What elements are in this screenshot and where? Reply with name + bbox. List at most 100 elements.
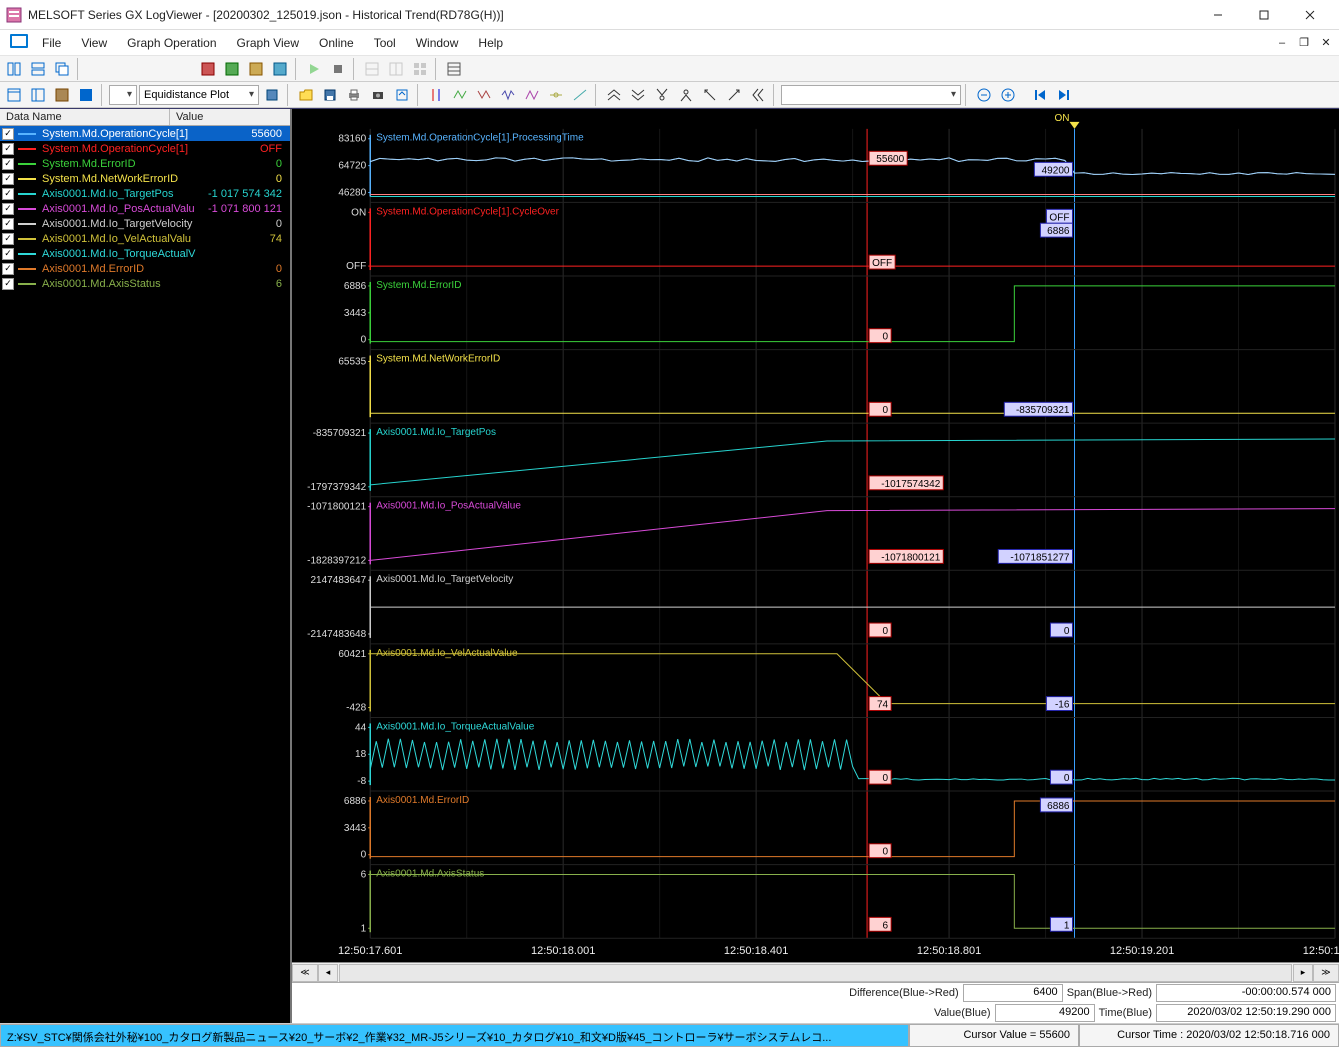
sidebar-row[interactable]: ✓System.Md.OperationCycle[1]OFF: [0, 141, 290, 156]
tool-d-icon[interactable]: [269, 58, 291, 80]
sidebar-row[interactable]: ✓System.Md.OperationCycle[1]55600: [0, 126, 290, 141]
view-tile-h-icon[interactable]: [3, 58, 25, 80]
app-menu-icon[interactable]: [6, 30, 32, 55]
view-tile-v-icon[interactable]: [27, 58, 49, 80]
zoom-d-icon[interactable]: [675, 84, 697, 106]
layout3-icon[interactable]: [51, 84, 73, 106]
print-icon[interactable]: [343, 84, 365, 106]
checkbox[interactable]: ✓: [2, 233, 14, 245]
zoom-a-icon[interactable]: [603, 84, 625, 106]
checkbox[interactable]: ✓: [2, 278, 14, 290]
sidebar-row[interactable]: ✓Axis0001.Md.AxisStatus6: [0, 276, 290, 291]
menu-file[interactable]: File: [32, 32, 71, 54]
hscroll-track[interactable]: [339, 964, 1292, 982]
menu-window[interactable]: Window: [406, 32, 469, 54]
grid-d-icon[interactable]: [443, 58, 465, 80]
grid-a-icon[interactable]: [361, 58, 383, 80]
tool-a-icon[interactable]: [197, 58, 219, 80]
sidebar-row[interactable]: ✓System.Md.NetWorkErrorID0: [0, 171, 290, 186]
menu-graph-operation[interactable]: Graph Operation: [117, 32, 226, 54]
wave-b-icon[interactable]: [473, 84, 495, 106]
wave-a-icon[interactable]: [449, 84, 471, 106]
row-name: System.Md.NetWorkErrorID: [42, 173, 204, 185]
checkbox[interactable]: ✓: [2, 173, 14, 185]
layout4-icon[interactable]: [75, 84, 97, 106]
zoom-f-icon[interactable]: [723, 84, 745, 106]
mdi-restore-button[interactable]: ❐: [1295, 34, 1313, 52]
mdi-minimize-button[interactable]: –: [1273, 34, 1291, 52]
checkbox[interactable]: ✓: [2, 263, 14, 275]
plot-mode-combo[interactable]: Equidistance Plot: [139, 85, 259, 105]
sidebar-row[interactable]: ✓System.Md.ErrorID0: [0, 156, 290, 171]
grid-b-icon[interactable]: [385, 58, 407, 80]
status-path: Z:¥SV_STC¥関係会社外秘¥100_カタログ新製品ニュース¥20_サーボ¥…: [0, 1024, 909, 1047]
zoom-c-icon[interactable]: [651, 84, 673, 106]
zoom-b-icon[interactable]: [627, 84, 649, 106]
hscroll-fast-left[interactable]: ≪: [292, 964, 318, 982]
zoom-g-icon[interactable]: [747, 84, 769, 106]
col-value-header[interactable]: Value: [170, 109, 290, 125]
zoom-out-icon[interactable]: [973, 84, 995, 106]
checkbox[interactable]: ✓: [2, 248, 14, 260]
sidebar-row[interactable]: ✓Axis0001.Md.ErrorID0: [0, 261, 290, 276]
wave-e-icon[interactable]: [545, 84, 567, 106]
save-icon[interactable]: [319, 84, 341, 106]
cursor-red-icon[interactable]: [425, 84, 447, 106]
stop-icon[interactable]: [327, 58, 349, 80]
minimize-button[interactable]: [1195, 0, 1241, 30]
on-marker-label: ON: [1054, 113, 1069, 124]
menu-graph-view[interactable]: Graph View: [227, 32, 309, 54]
open-folder-icon[interactable]: [295, 84, 317, 106]
row-name: Axis0001.Md.Io_VelActualValu: [42, 233, 204, 245]
chart-area[interactable]: ON831606472046280System.Md.OperationCycl…: [292, 109, 1339, 962]
col-name-header[interactable]: Data Name: [0, 109, 170, 125]
sidebar-row[interactable]: ✓Axis0001.Md.Io_TargetVelocity0: [0, 216, 290, 231]
sidebar: Data Name Value ✓System.Md.OperationCycl…: [0, 109, 292, 1023]
checkbox[interactable]: ✓: [2, 218, 14, 230]
wave-d-icon[interactable]: [521, 84, 543, 106]
skip-back-icon[interactable]: [1029, 84, 1051, 106]
svg-text:2147483647: 2147483647: [310, 575, 366, 586]
tool-c-icon[interactable]: [245, 58, 267, 80]
sidebar-row[interactable]: ✓Axis0001.Md.Io_VelActualValu74: [0, 231, 290, 246]
svg-text:6: 6: [883, 920, 889, 931]
checkbox[interactable]: ✓: [2, 158, 14, 170]
tool-e-icon[interactable]: [261, 84, 283, 106]
layout2-icon[interactable]: [27, 84, 49, 106]
spare-combo[interactable]: [781, 85, 961, 105]
svg-text:18: 18: [355, 749, 367, 760]
svg-text:-835709321: -835709321: [313, 428, 367, 439]
menu-online[interactable]: Online: [309, 32, 364, 54]
svg-text:-16: -16: [1055, 700, 1070, 711]
wave-f-icon[interactable]: [569, 84, 591, 106]
wave-c-icon[interactable]: [497, 84, 519, 106]
maximize-button[interactable]: [1241, 0, 1287, 30]
svg-text:Axis0001.Md.Io_TargetPos: Axis0001.Md.Io_TargetPos: [376, 427, 496, 438]
hscroll-right[interactable]: ▸: [1293, 964, 1313, 982]
mdi-close-button[interactable]: ✕: [1317, 34, 1335, 52]
layout1-icon[interactable]: [3, 84, 25, 106]
sidebar-row[interactable]: ✓Axis0001.Md.Io_PosActualValu-1 071 800 …: [0, 201, 290, 216]
view-cascade-icon[interactable]: [51, 58, 73, 80]
zoom-in-icon[interactable]: [997, 84, 1019, 106]
checkbox[interactable]: ✓: [2, 203, 14, 215]
play-icon[interactable]: [303, 58, 325, 80]
sidebar-row[interactable]: ✓Axis0001.Md.Io_TargetPos-1 017 574 342: [0, 186, 290, 201]
tool-b-icon[interactable]: [221, 58, 243, 80]
hscroll-left[interactable]: ◂: [318, 964, 338, 982]
menu-help[interactable]: Help: [468, 32, 513, 54]
combo-small[interactable]: [109, 85, 137, 105]
zoom-e-icon[interactable]: [699, 84, 721, 106]
menu-tool[interactable]: Tool: [364, 32, 406, 54]
close-button[interactable]: [1287, 0, 1333, 30]
menu-view[interactable]: View: [71, 32, 117, 54]
skip-fwd-icon[interactable]: [1053, 84, 1075, 106]
checkbox[interactable]: ✓: [2, 188, 14, 200]
hscroll-fast-right[interactable]: ≫: [1313, 964, 1339, 982]
grid-c-icon[interactable]: [409, 58, 431, 80]
sidebar-row[interactable]: ✓Axis0001.Md.Io_TorqueActualV: [0, 246, 290, 261]
export-icon[interactable]: [391, 84, 413, 106]
checkbox[interactable]: ✓: [2, 128, 14, 140]
checkbox[interactable]: ✓: [2, 143, 14, 155]
camera-icon[interactable]: [367, 84, 389, 106]
